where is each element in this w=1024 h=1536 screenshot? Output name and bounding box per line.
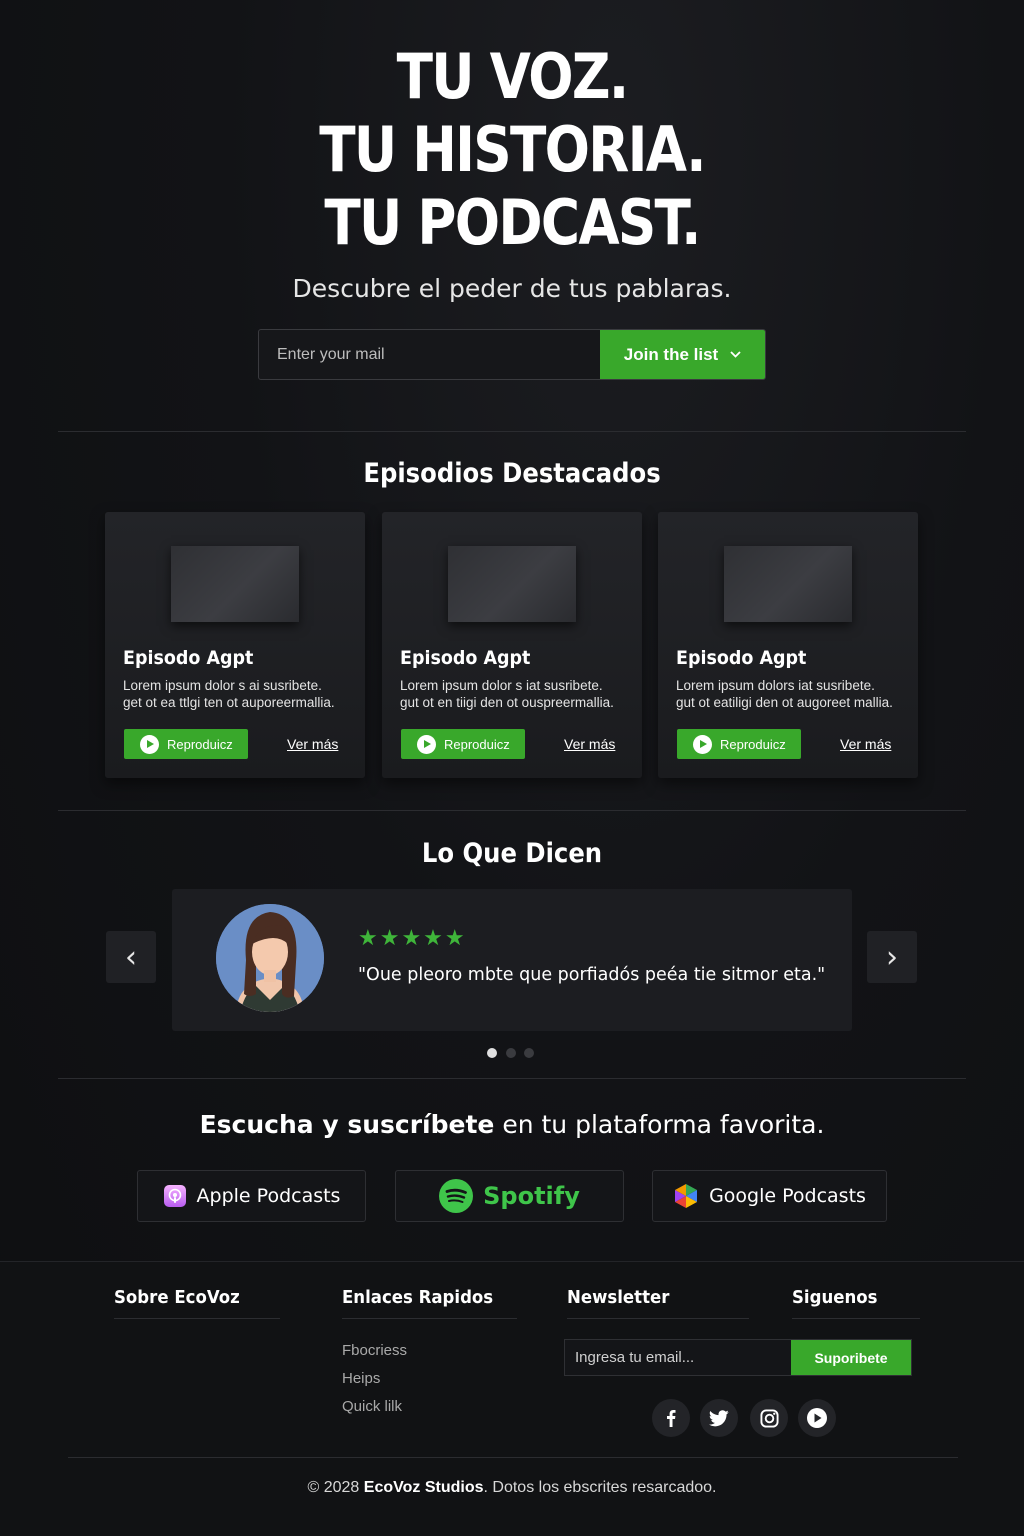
spotify-button[interactable]: Spotify	[395, 1170, 624, 1222]
chevron-down-icon	[730, 351, 741, 358]
copyright-suffix: . Dotos los ebscrites resarcadoo.	[483, 1479, 717, 1496]
episodes-section-title: Episodios Destacados	[363, 458, 661, 489]
carousel-dot[interactable]	[506, 1048, 516, 1058]
footer-rule	[792, 1318, 920, 1319]
hero-email-input[interactable]	[259, 330, 600, 379]
subscribe-button[interactable]: Suporibete	[791, 1340, 911, 1375]
chevron-right-icon: ›	[886, 939, 898, 975]
episode-description-line: gut ot en tiigi den ot ouspreermallia.	[400, 695, 614, 710]
carousel-dot-active[interactable]	[487, 1048, 497, 1058]
facebook-button[interactable]	[652, 1399, 690, 1437]
episode-description-line: gut ot eatiligi den ot augoreet mallia.	[676, 695, 893, 710]
testimonial-quote: "Oue pleoro mbte que porfiadós peéa tie …	[358, 965, 826, 985]
apple-podcasts-label: Apple Podcasts	[196, 1185, 341, 1207]
twitter-button[interactable]	[700, 1399, 738, 1437]
newsletter-email-input[interactable]	[565, 1340, 791, 1375]
join-list-button[interactable]: Join the list	[600, 330, 765, 379]
episode-card: Episodo Agpt Lorem ipsum dolors iat susr…	[658, 512, 918, 778]
copyright-prefix: © 2028	[307, 1479, 364, 1496]
hero-title-line-1: TU VOZ.	[396, 40, 629, 113]
carousel-dot[interactable]	[524, 1048, 534, 1058]
copyright-text: © 2028 EcoVoz Studios. Dotos los ebscrit…	[0, 1479, 1024, 1497]
rating-stars: ★★★★★	[358, 925, 467, 950]
hero-signup-form: Join the list	[258, 329, 766, 380]
play-icon	[693, 734, 712, 754]
play-episode-button[interactable]: Reproduicz	[124, 729, 248, 759]
hero-subtitle: Descubre el peder de tus pablaras.	[292, 274, 732, 303]
see-more-link[interactable]: Ver más	[840, 736, 891, 752]
play-icon	[417, 734, 436, 754]
instagram-icon	[759, 1408, 779, 1428]
footer-link[interactable]: Heips	[342, 1370, 380, 1387]
episode-title: Episodo Agpt	[400, 647, 531, 669]
episode-title: Episodo Agpt	[676, 647, 807, 669]
footer-rule	[114, 1318, 280, 1319]
apple-podcasts-button[interactable]: Apple Podcasts	[137, 1170, 366, 1222]
play-label: Reproduicz	[167, 736, 233, 752]
facebook-icon	[667, 1410, 676, 1427]
episode-description: Lorem ipsum dolor s ai susribete. get ot…	[123, 677, 358, 711]
platforms-heading: Escucha y suscríbete en tu plataforma fa…	[0, 1110, 1024, 1139]
play-icon	[140, 734, 159, 754]
see-more-link[interactable]: Ver más	[564, 736, 615, 752]
carousel-prev-button[interactable]: ‹	[106, 931, 156, 983]
episode-card: Episodo Agpt Lorem ipsum dolor s ai susr…	[105, 512, 365, 778]
platforms-heading-rest: en tu plataforma favorita.	[494, 1110, 825, 1139]
footer-newsletter-title: Newsletter	[567, 1287, 670, 1308]
episode-description-line: Lorem ipsum dolors iat susribete.	[676, 678, 875, 693]
avatar	[216, 904, 324, 1012]
episode-description-line: Lorem ipsum dolor s ai susribete.	[123, 678, 322, 693]
google-podcasts-label: Google Podcasts	[709, 1185, 866, 1207]
join-list-label: Join the list	[623, 344, 719, 364]
testimonial-card: ★★★★★ "Oue pleoro mbte que porfiadós peé…	[172, 889, 852, 1031]
footer-link[interactable]: Quick lilk	[342, 1398, 402, 1415]
spotify-label: Spotify	[483, 1182, 580, 1210]
episode-thumbnail	[171, 546, 299, 622]
newsletter-form: Suporibete	[564, 1339, 912, 1376]
episode-thumbnail	[448, 546, 576, 622]
footer-rule	[567, 1318, 749, 1319]
episode-description: Lorem ipsum dolor s iat susribete. gut o…	[400, 677, 635, 711]
carousel-next-button[interactable]: ›	[867, 931, 917, 983]
episode-title: Episodo Agpt	[123, 647, 254, 669]
section-divider	[58, 1078, 966, 1079]
play-episode-button[interactable]: Reproduicz	[677, 729, 801, 759]
footer-links-title: Enlaces Rapidos	[342, 1287, 494, 1308]
episode-description-line: get ot ea ttlgi ten ot auporeermallia.	[123, 695, 335, 710]
footer-about-title: Sobre EcoVoz	[114, 1287, 240, 1308]
episode-description-line: Lorem ipsum dolor s iat susribete.	[400, 678, 603, 693]
google-podcasts-button[interactable]: Google Podcasts	[652, 1170, 887, 1222]
section-divider	[58, 810, 966, 811]
instagram-button[interactable]	[750, 1399, 788, 1437]
footer-rule	[342, 1318, 517, 1319]
youtube-button[interactable]	[798, 1399, 836, 1437]
footer-link[interactable]: Fbocriess	[342, 1342, 407, 1359]
episode-card: Episodo Agpt Lorem ipsum dolor s iat sus…	[382, 512, 642, 778]
twitter-icon	[709, 1409, 729, 1426]
see-more-link[interactable]: Ver más	[287, 736, 338, 752]
footer-social-title: Siguenos	[792, 1287, 878, 1308]
copyright-brand: EcoVoz Studios	[363, 1479, 484, 1496]
youtube-icon	[807, 1408, 827, 1428]
platforms-heading-bold: Escucha y suscríbete	[199, 1110, 495, 1139]
play-label: Reproduicz	[720, 736, 786, 752]
apple-podcasts-icon	[163, 1185, 186, 1207]
hero-title-line-2: TU HISTORIA.	[319, 113, 706, 186]
play-label: Reproduicz	[444, 736, 510, 752]
spotify-icon	[439, 1179, 474, 1213]
episode-thumbnail	[724, 546, 852, 622]
episode-description: Lorem ipsum dolors iat susribete. gut ot…	[676, 677, 911, 711]
footer-divider	[68, 1457, 958, 1458]
section-divider	[58, 431, 966, 432]
play-episode-button[interactable]: Reproduicz	[401, 729, 525, 759]
google-podcasts-icon	[675, 1184, 698, 1208]
testimonials-section-title: Lo Que Dicen	[421, 838, 603, 869]
chevron-left-icon: ‹	[125, 939, 137, 975]
hero-title-line-3: TU PODCAST.	[324, 186, 701, 259]
